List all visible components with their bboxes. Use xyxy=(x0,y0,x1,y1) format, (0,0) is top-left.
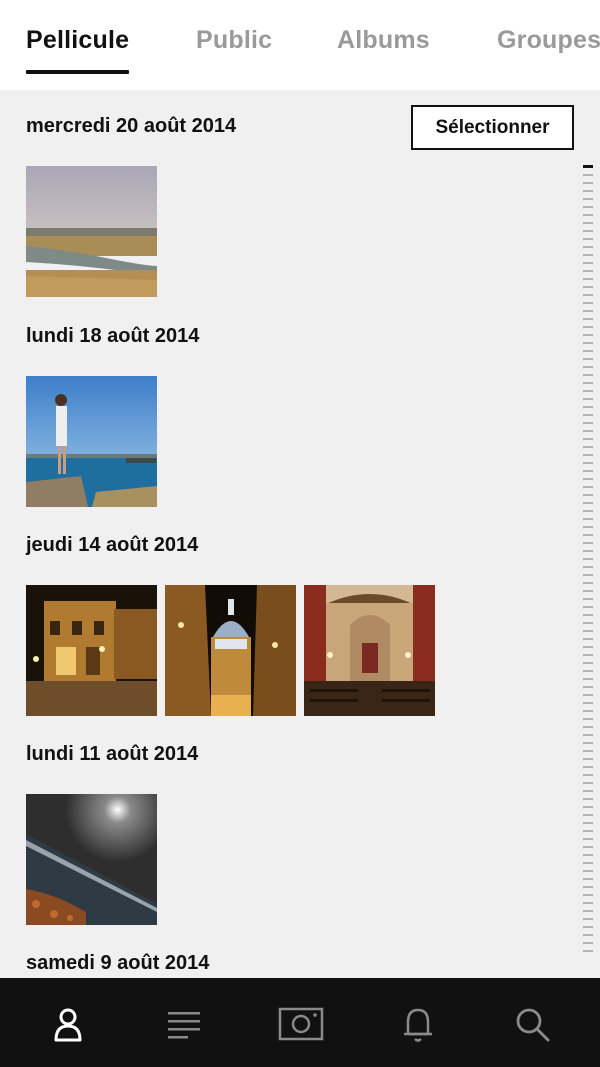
date-scrubber[interactable] xyxy=(583,166,593,952)
app-screen: Pellicule Public Albums Groupes mercredi… xyxy=(0,0,600,1067)
tab-groupes[interactable]: Groupes xyxy=(497,26,600,74)
marsh-landscape-image xyxy=(26,166,157,297)
nav-notifications[interactable] xyxy=(394,1000,442,1048)
feed-icon xyxy=(168,1012,200,1039)
profile-icon xyxy=(54,1008,82,1042)
date-heading: samedi 9 août 2014 xyxy=(26,952,210,974)
photo-thumbnail-marsh[interactable] xyxy=(26,166,157,297)
search-icon xyxy=(516,1008,550,1042)
nav-feed[interactable] xyxy=(160,1000,208,1048)
night-street-dome-image xyxy=(165,585,296,716)
church-interior-image xyxy=(304,585,435,716)
photo-thumbnail-night-piazza[interactable] xyxy=(26,585,157,716)
night-piazza-image xyxy=(26,585,157,716)
girl-on-rock-image xyxy=(26,376,157,507)
tab-albums[interactable]: Albums xyxy=(337,26,430,74)
photo-thumbnail-moon-sea[interactable] xyxy=(26,794,157,925)
photo-thumbnail-night-dome[interactable] xyxy=(165,585,296,716)
date-heading: lundi 18 août 2014 xyxy=(26,325,200,347)
bottom-navigation xyxy=(0,978,600,1067)
tab-public[interactable]: Public xyxy=(196,26,272,74)
camera-icon xyxy=(278,1007,324,1041)
photo-thumbnail-girl-rock[interactable] xyxy=(26,376,157,507)
moon-over-sea-image xyxy=(26,794,157,925)
nav-search[interactable] xyxy=(508,1000,556,1048)
tab-pellicule[interactable]: Pellicule xyxy=(26,26,130,74)
select-button[interactable]: Sélectionner xyxy=(411,105,574,150)
date-heading: mercredi 20 août 2014 xyxy=(26,115,237,137)
nav-camera[interactable] xyxy=(277,1000,325,1048)
camera-roll-list[interactable]: mercredi 20 août 2014 Sélectionner lundi… xyxy=(0,90,600,978)
nav-profile[interactable] xyxy=(44,1000,92,1048)
photo-thumbnail-church[interactable] xyxy=(304,585,435,716)
date-heading: jeudi 14 août 2014 xyxy=(26,534,199,556)
date-heading: lundi 11 août 2014 xyxy=(26,743,199,765)
bell-icon xyxy=(404,1008,432,1042)
top-tab-bar: Pellicule Public Albums Groupes xyxy=(0,0,600,90)
scrubber-position-marker xyxy=(583,165,593,168)
